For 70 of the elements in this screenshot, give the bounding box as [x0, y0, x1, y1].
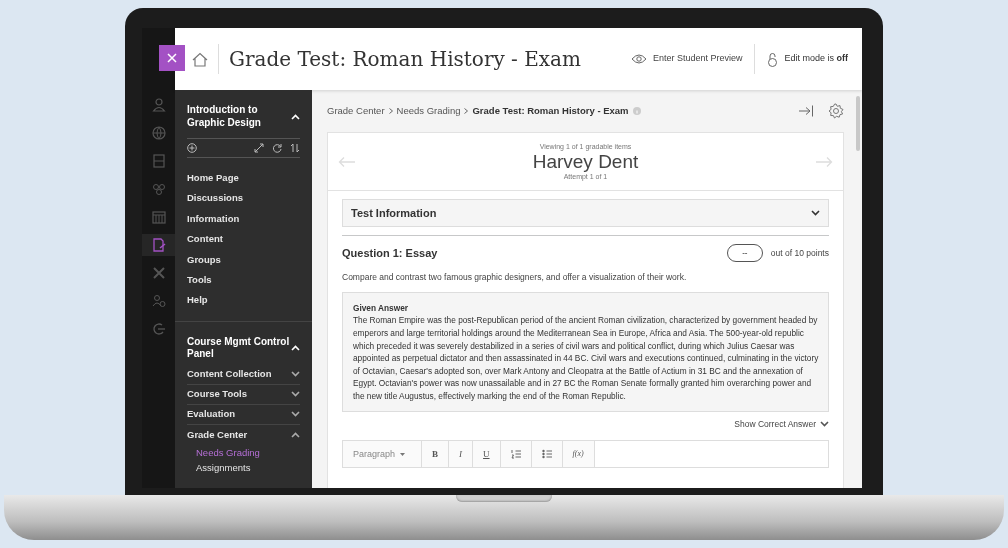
numbered-list-button[interactable]: [500, 441, 532, 468]
breadcrumb-link[interactable]: Grade Center: [327, 103, 385, 119]
answer-text: The Roman Empire was the post-Republican period of the ancient Roman civilization, characterized by government headed by emperors and large territorial holdings around the Mediterranean Sea in Europe, Africa and Asia. The 500-year-old republic which preceded it was severely destabilized in a series of civil wars and political conflict, during which Julius Caesar was appointed as perpetual dictator and then assassinated in 44 BC. Civil wars and executions continued, culminating in the victory of Octavian, Caesar's adopted son, over Mark Antony and Cleopatra at the Battle of Actium in 31 BC and the annexation of Egypt. Octavian's power was now unassailable and in 27 BC the Roman Senate formally granted him overarching power and the new title Augustus, effectively marking the end of the Roman Republic.: [353, 314, 819, 403]
scrollbar-thumb[interactable]: [856, 96, 860, 151]
paragraph-dropdown[interactable]: Paragraph: [343, 441, 423, 468]
question-prompt: Compare and contrast two famous graphic designers, and offer a visualization of their work.: [342, 271, 688, 284]
chevron-right-icon: [388, 108, 393, 114]
chevron-up-icon[interactable]: [291, 431, 300, 438]
control-panel-link[interactable]: Evaluation: [187, 404, 236, 425]
calendar-icon[interactable]: [151, 210, 166, 224]
edit-mode-toggle[interactable]: Edit mode is off: [767, 51, 848, 67]
breadcrumb-link[interactable]: Needs Grading: [396, 103, 461, 119]
eye-icon: [630, 54, 647, 64]
current-page-crumb: Grade Test: Roman History - Exam: [472, 103, 629, 118]
formula-button[interactable]: f(x): [562, 441, 595, 468]
italic-button[interactable]: I: [449, 441, 474, 468]
numbered-list-icon: [510, 449, 521, 460]
chevron-right-icon: [464, 108, 469, 114]
show-correct-answer-link[interactable]: Show Correct Answer: [734, 417, 829, 431]
score-input[interactable]: --: [726, 244, 763, 262]
expand-icon[interactable]: [254, 143, 264, 153]
course-menu-link[interactable]: Content: [187, 229, 300, 250]
course-menu-link[interactable]: Discussions: [187, 188, 300, 209]
globe-icon[interactable]: [151, 126, 166, 140]
course-menu-link[interactable]: Groups: [187, 249, 300, 271]
student-preview-link[interactable]: Enter Student Preview: [630, 52, 743, 66]
course-menu-link[interactable]: Information: [187, 208, 300, 230]
chevron-down-icon[interactable]: [291, 411, 300, 418]
underline-button[interactable]: U: [473, 441, 501, 468]
user-settings-icon[interactable]: [151, 294, 166, 308]
test-information-toggle[interactable]: Test Information: [342, 199, 829, 227]
collapse-panel-icon[interactable]: [798, 105, 814, 117]
add-icon[interactable]: [187, 143, 197, 153]
people-icon[interactable]: [151, 182, 166, 196]
box-icon[interactable]: [151, 154, 166, 168]
collapse-chevron-icon[interactable]: [291, 345, 300, 352]
chevron-down-icon[interactable]: [811, 210, 820, 216]
home-icon[interactable]: [192, 51, 208, 67]
question-title: Question 1: Essay: [342, 245, 438, 261]
refresh-icon[interactable]: [272, 143, 282, 153]
control-panel-sublink[interactable]: Needs Grading: [187, 444, 300, 460]
points-label: out of 10 points: [770, 246, 829, 260]
course-title: Introduction to Graphic Design: [187, 104, 262, 129]
bold-button[interactable]: B: [422, 441, 450, 468]
settings-icon[interactable]: [828, 103, 844, 119]
course-menu-link[interactable]: Home Page: [187, 168, 300, 189]
page-title: Grade Test: Roman History - Exam: [218, 44, 581, 74]
close-icon: [167, 53, 177, 63]
chevron-down-icon[interactable]: [291, 371, 300, 378]
lock-icon: [767, 51, 779, 67]
sign-out-icon[interactable]: [151, 322, 166, 336]
document-icon[interactable]: [151, 238, 166, 252]
close-button[interactable]: [159, 45, 185, 71]
sort-icon[interactable]: [290, 143, 300, 153]
control-panel-title: Course Mgmt Control Panel: [187, 335, 291, 361]
bulleted-list-button[interactable]: [531, 441, 563, 468]
course-menu-link[interactable]: Help: [187, 290, 300, 311]
answer-label: Given Answer: [353, 301, 410, 315]
control-panel-sublink[interactable]: Assignments: [187, 459, 300, 475]
control-panel-link[interactable]: Grade Center: [187, 424, 248, 446]
course-menu-link[interactable]: Tools: [187, 270, 300, 291]
collapse-chevron-icon[interactable]: [291, 113, 300, 120]
caret-icon: [400, 452, 406, 456]
chevron-down-icon[interactable]: [820, 420, 829, 427]
control-panel-link[interactable]: Content Collection: [187, 364, 272, 385]
bulleted-list-icon: [541, 449, 552, 460]
chevron-down-icon[interactable]: [291, 391, 300, 398]
person-icon[interactable]: [151, 98, 166, 112]
control-panel-link[interactable]: Course Tools: [187, 384, 247, 405]
student-name: Harvey Dent: [532, 152, 639, 171]
